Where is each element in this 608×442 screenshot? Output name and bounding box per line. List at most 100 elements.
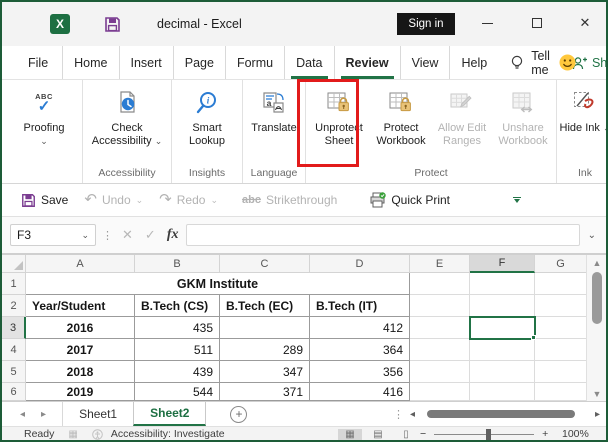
vertical-scroll-thumb[interactable] (592, 272, 602, 324)
horizontal-scroll-track[interactable] (421, 408, 589, 420)
cancel-icon[interactable]: ✕ (119, 227, 136, 243)
cell-e4[interactable] (410, 339, 470, 361)
cell-g2[interactable] (535, 295, 586, 317)
cell-e2[interactable] (410, 295, 470, 317)
row-header-1[interactable]: 1 (2, 273, 26, 295)
protect-workbook-button[interactable]: Protect Workbook (370, 82, 432, 148)
cell-f4[interactable] (470, 339, 535, 361)
cell-e1[interactable] (410, 273, 470, 295)
maximize-button[interactable] (522, 10, 552, 36)
cell-c3[interactable] (220, 317, 310, 339)
cell-g3[interactable] (535, 317, 586, 339)
cell-d5[interactable]: 356 (310, 361, 410, 383)
close-button[interactable]: ✕ (570, 10, 600, 36)
cell-g5[interactable] (535, 361, 586, 383)
sheet-tab-sheet2[interactable]: Sheet2 (133, 402, 207, 426)
cell-d4[interactable]: 364 (310, 339, 410, 361)
cell-g1[interactable] (535, 273, 586, 295)
cell-b4[interactable]: 511 (135, 339, 220, 361)
tab-data[interactable]: Data (285, 46, 335, 79)
proofing-button[interactable]: ABC ✓ Proofing ⌄ (8, 82, 80, 148)
check-accessibility-button[interactable]: Check Accessibility ⌄ (85, 82, 169, 148)
scroll-left-icon[interactable]: ◂ (410, 409, 415, 420)
tab-home[interactable]: Home (63, 46, 120, 79)
excel-logo-icon[interactable]: X (50, 14, 70, 34)
enter-icon[interactable]: ✓ (142, 227, 159, 243)
cell-a6[interactable]: 2019 (26, 383, 135, 401)
tabbar-splitter[interactable]: ⋮ (393, 408, 404, 421)
tab-page-layout[interactable]: Page (174, 46, 226, 79)
zoom-slider-track[interactable] (434, 428, 535, 440)
vertical-scrollbar[interactable]: ▲ ▼ (586, 255, 606, 401)
cell-e5[interactable] (410, 361, 470, 383)
selected-cell-f3[interactable] (469, 316, 536, 340)
sheet-prev-icon[interactable]: ◂ (20, 409, 25, 420)
scroll-right-icon[interactable]: ▸ (595, 409, 600, 420)
formula-input[interactable] (186, 224, 580, 246)
normal-view-button[interactable]: ▦ (338, 428, 362, 440)
cell-f6[interactable] (470, 383, 535, 401)
tab-file[interactable]: File (14, 46, 64, 79)
tell-me-button[interactable]: Tell me (498, 46, 562, 79)
minimize-button[interactable] (472, 10, 502, 36)
translate-button[interactable]: a Translate (245, 82, 303, 135)
horizontal-scroll-thumb[interactable] (426, 410, 575, 418)
cell-a1-merged-title[interactable]: GKM Institute (26, 273, 410, 295)
cell-b3[interactable]: 435 (135, 317, 220, 339)
cell-a2[interactable]: Year/Student (26, 295, 135, 317)
expand-formula-bar-icon[interactable]: ⌄ (586, 230, 598, 241)
feedback-smiley-icon[interactable] (559, 54, 576, 71)
zoom-out-button[interactable]: − (420, 428, 426, 440)
row-header-4[interactable]: 4 (2, 339, 26, 361)
row-header-5[interactable]: 5 (2, 361, 26, 383)
tab-help[interactable]: Help (450, 46, 498, 79)
macro-record-icon[interactable]: ▦ (68, 429, 77, 440)
scroll-up-icon[interactable]: ▲ (587, 258, 606, 268)
cell-a4[interactable]: 2017 (26, 339, 135, 361)
insert-function-button[interactable]: fx (165, 227, 181, 243)
qat-save-button[interactable]: Save (16, 190, 73, 211)
column-header-b[interactable]: B (135, 255, 220, 273)
tab-review[interactable]: Review (335, 46, 401, 79)
cell-a5[interactable]: 2018 (26, 361, 135, 383)
fill-handle[interactable] (531, 335, 536, 340)
cell-e3[interactable] (410, 317, 470, 339)
save-icon[interactable] (104, 16, 121, 33)
cell-f1[interactable] (470, 273, 535, 295)
cell-d6[interactable]: 416 (310, 383, 410, 401)
sheet-tab-sheet1[interactable]: Sheet1 (63, 402, 133, 426)
zoom-in-button[interactable]: + (542, 428, 548, 440)
sign-in-button[interactable]: Sign in (397, 13, 455, 35)
scroll-down-icon[interactable]: ▼ (587, 389, 606, 399)
cell-f5[interactable] (470, 361, 535, 383)
cell-b2[interactable]: B.Tech (CS) (135, 295, 220, 317)
qat-quick-print-button[interactable]: Quick Print (364, 189, 455, 211)
qat-customize-icon[interactable] (513, 197, 522, 203)
tab-view[interactable]: View (401, 46, 451, 79)
cell-b6[interactable]: 544 (135, 383, 220, 401)
status-accessibility[interactable]: Accessibility: Investigate (111, 428, 225, 440)
cell-e6[interactable] (410, 383, 470, 401)
add-sheet-button[interactable]: + (230, 405, 248, 423)
cell-d3[interactable]: 412 (310, 317, 410, 339)
unprotect-sheet-button[interactable]: Unprotect Sheet (308, 82, 370, 148)
column-header-f[interactable]: F (470, 255, 535, 273)
column-header-g[interactable]: G (535, 255, 586, 273)
cell-g4[interactable] (535, 339, 586, 361)
cell-c5[interactable]: 347 (220, 361, 310, 383)
zoom-level[interactable]: 100% (562, 428, 589, 440)
zoom-slider-handle[interactable] (486, 428, 492, 440)
tab-insert[interactable]: Insert (120, 46, 174, 79)
column-header-d[interactable]: D (310, 255, 410, 273)
row-header-6[interactable]: 6 (2, 383, 26, 401)
cell-b5[interactable]: 439 (135, 361, 220, 383)
page-layout-view-button[interactable]: ▤ (366, 429, 390, 440)
cell-c6[interactable]: 371 (220, 383, 310, 401)
column-header-c[interactable]: C (220, 255, 310, 273)
row-header-2[interactable]: 2 (2, 295, 26, 317)
column-header-a[interactable]: A (26, 255, 135, 273)
page-break-view-button[interactable]: ▯ (394, 429, 418, 440)
name-box[interactable]: F3 ⌄ (10, 224, 96, 246)
hide-ink-button[interactable]: Hide Ink ⌄ (559, 82, 606, 135)
formula-bar-splitter[interactable]: ⋮ (102, 229, 113, 242)
